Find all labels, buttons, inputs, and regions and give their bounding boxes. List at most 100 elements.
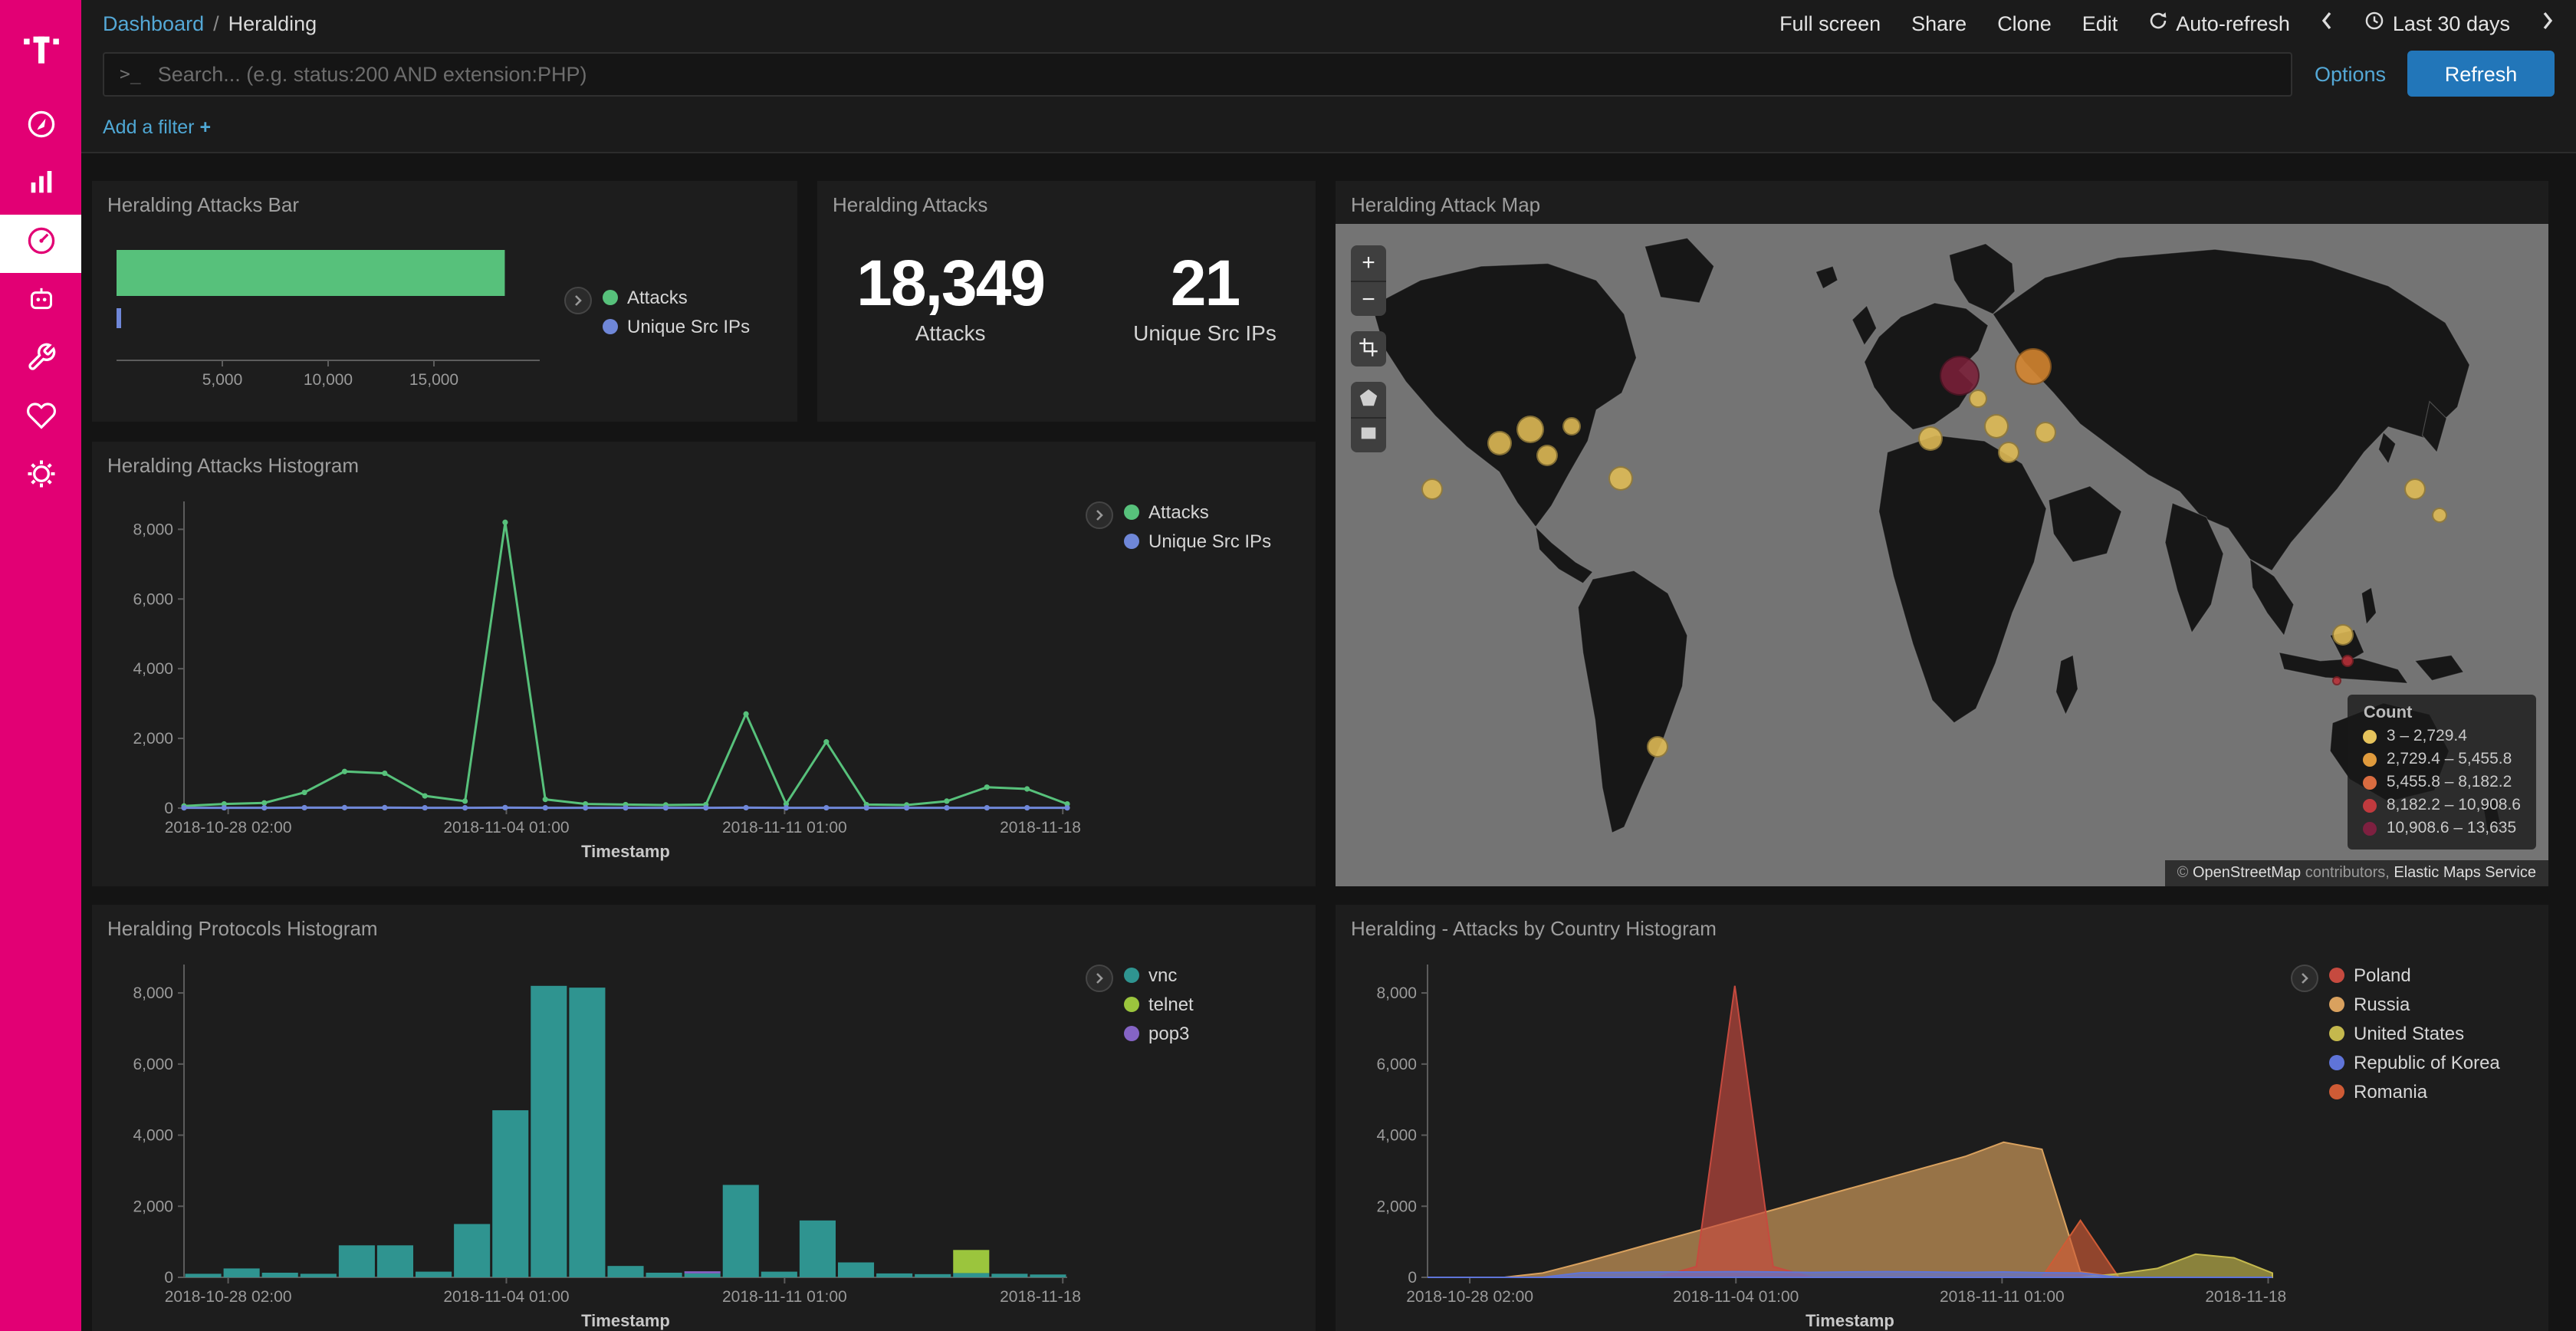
zoom-in-button[interactable]: + [1351,245,1386,281]
legend-color-dot [1124,504,1139,520]
map-legend-color-dot [2364,821,2377,835]
refresh-query-button[interactable]: Refresh [2407,51,2555,97]
legend-item[interactable]: pop3 [1124,1023,1194,1044]
draw-rectangle-button[interactable] [1351,417,1386,452]
map-legend-range-label: 8,182.2 – 10,908.6 [2387,796,2521,814]
map-legend-row: 3 – 2,729.4 [2364,727,2521,745]
legend-item[interactable]: Unique Src IPs [1124,531,1271,552]
legend-item[interactable]: Poland [2329,965,2500,986]
share-button[interactable]: Share [1911,12,1967,35]
attack-location-circle[interactable] [2015,348,2052,385]
legend-toggle-button[interactable] [564,287,592,314]
time-range-prev-button[interactable] [2321,11,2334,35]
time-range-next-button[interactable] [2541,11,2555,35]
attack-location-circle[interactable] [2331,624,2353,646]
attack-location-circle[interactable] [1984,414,2009,439]
panel-heralding-attacks-metric: Heralding Attacks 18,349 Attacks 21 Uniq… [817,181,1316,422]
legend-color-dot [2329,1055,2344,1070]
sidebar-item-dashboard[interactable] [0,215,81,273]
panel-heralding-attacks-histogram: Heralding Attacks Histogram 02,0004,0006… [92,442,1316,886]
attack-location-circle[interactable] [1422,478,1444,500]
attack-location-circle[interactable] [1537,445,1559,466]
attacks-count: 18,349 [856,247,1044,320]
sidebar-item-management[interactable] [0,448,81,506]
panel-heralding-attacks-by-country: Heralding - Attacks by Country Histogram… [1336,905,2548,1331]
full-screen-button[interactable]: Full screen [1779,12,1881,35]
sidebar-item-dev-tools[interactable] [0,331,81,389]
protocols-bar-chart[interactable]: 02,0004,0006,0008,0002018-10-28 02:00201… [104,949,1086,1331]
wrench-icon [25,341,56,380]
legend-item[interactable]: Attacks [603,287,750,308]
legend-color-dot [2329,1026,2344,1041]
edit-button[interactable]: Edit [2082,12,2118,35]
sidebar-item-discover[interactable] [0,98,81,156]
attack-location-circle[interactable] [1516,416,1543,443]
chevron-right-icon [2298,965,2311,992]
legend-label: pop3 [1148,1023,1189,1044]
legend-toggle-button[interactable] [1086,965,1113,992]
add-filter-link[interactable]: Add a filter + [103,116,211,137]
attack-location-circle[interactable] [2034,422,2055,443]
legend-item[interactable]: Attacks [1124,501,1271,523]
sidebar-item-honeypot[interactable] [0,273,81,331]
legend-item[interactable]: Unique Src IPs [603,316,750,337]
sidebar-item-monitoring[interactable] [0,389,81,448]
legend-label: Russia [2354,994,2410,1015]
attack-location-circle[interactable] [1487,430,1512,455]
legend-toggle-button[interactable] [1086,501,1113,529]
draw-polygon-button[interactable] [1351,382,1386,417]
legend-color-dot [2329,968,2344,983]
svg-text:0: 0 [164,1269,173,1287]
ems-attribution-link[interactable]: Elastic Maps Service [2394,865,2536,882]
country-area-chart[interactable]: 02,0004,0006,0008,0002018-10-28 02:00201… [1348,949,2291,1331]
svg-text:2018-10-28 02:00: 2018-10-28 02:00 [165,819,292,836]
compass-icon [24,107,58,148]
chevron-right-icon [1093,965,1106,992]
svg-text:2018-11-11 01:00: 2018-11-11 01:00 [1940,1288,2065,1306]
svg-text:2018-10-28 02:00: 2018-10-28 02:00 [165,1288,292,1306]
legend-color-dot [1124,968,1139,983]
metric-row: 18,349 Attacks 21 Unique Src IPs [817,222,1316,345]
attacks-line-chart[interactable]: 02,0004,0006,0008,0002018-10-28 02:00201… [104,486,1086,886]
time-picker-button[interactable]: Last 30 days [2365,11,2510,35]
legend-label: Poland [2354,965,2411,986]
attack-location-circle[interactable] [1608,467,1633,491]
chevron-right-icon [2541,11,2555,35]
clone-button[interactable]: Clone [1997,12,2052,35]
world-map[interactable]: + − [1336,224,2548,886]
options-link[interactable]: Options [2315,62,2386,85]
breadcrumb-dashboard-link[interactable]: Dashboard [103,12,204,35]
legend-color-dot [1124,1026,1139,1041]
attack-location-circle[interactable] [1998,442,2019,463]
legend-label: Attacks [1148,501,1209,523]
legend-item[interactable]: telnet [1124,994,1194,1015]
map-legend-range-label: 10,908.6 – 13,635 [2387,819,2516,837]
legend-item[interactable]: Republic of Korea [2329,1052,2500,1073]
svg-text:Timestamp: Timestamp [581,842,670,861]
legend-toggle-button[interactable] [2291,965,2318,992]
attack-location-circle[interactable] [2342,655,2354,667]
legend-item[interactable]: Russia [2329,994,2500,1015]
fit-data-bounds-button[interactable] [1351,331,1386,366]
legend-label: vnc [1148,965,1177,986]
attack-location-circle[interactable] [1917,427,1942,452]
zoom-out-button[interactable]: − [1351,281,1386,316]
auto-refresh-button[interactable]: Auto-refresh [2148,11,2290,35]
attack-location-circle[interactable] [2432,508,2447,523]
attack-location-circle[interactable] [2331,676,2341,685]
attack-location-circle[interactable] [1646,737,1668,758]
search-input[interactable] [155,61,2276,87]
osm-attribution-link[interactable]: OpenStreetMap [2193,865,2301,882]
legend-item[interactable]: United States [2329,1023,2500,1044]
svg-text:2018-10-28 02:00: 2018-10-28 02:00 [1406,1288,1533,1306]
chart-legend: vnc telnet pop3 [1086,949,1303,1331]
unique-src-ips-metric: 21 Unique Src IPs [1133,247,1276,345]
attack-location-circle[interactable] [1562,417,1581,435]
legend-item[interactable]: Romania [2329,1081,2500,1103]
attacks-label: Attacks [856,320,1044,345]
attack-location-circle[interactable] [1969,390,1987,409]
attack-location-circle[interactable] [2404,478,2426,500]
legend-item[interactable]: vnc [1124,965,1194,986]
attacks-bar-chart[interactable]: 5,00010,00015,000 [104,225,564,422]
sidebar-item-visualize[interactable] [0,156,81,215]
